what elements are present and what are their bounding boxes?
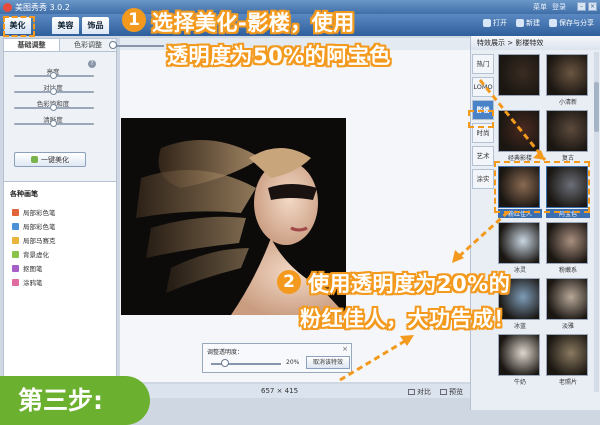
brush-item[interactable]: 抠图笔: [4, 261, 116, 275]
effect-thumb-label: 小清新: [558, 99, 577, 106]
zoom-knob[interactable]: [109, 41, 117, 49]
scrollbar-thumb[interactable]: [594, 82, 599, 132]
tab-decorations[interactable]: 饰品: [82, 17, 109, 34]
menu-link[interactable]: 菜单: [533, 2, 547, 12]
effect-thumb[interactable]: [546, 278, 588, 320]
cancel-effect-button[interactable]: 取消该特效: [306, 356, 350, 369]
brush-label: 涂鸦笔: [23, 279, 43, 287]
effects-scrollbar[interactable]: [594, 52, 599, 392]
step2-callout-line1: 使用透明度为20%的: [308, 272, 511, 296]
compare-icon: [408, 389, 415, 395]
step1-callout-line1: 选择美化-影楼，使用: [152, 11, 355, 35]
effect-thumb[interactable]: [498, 334, 540, 376]
window-title: 美图秀秀 3.0.2: [15, 2, 70, 12]
effect-thumb[interactable]: [546, 54, 588, 96]
brightness-slider[interactable]: 亮度: [8, 66, 108, 82]
effect-thumb[interactable]: [546, 110, 588, 152]
mosaic-icon: [12, 236, 19, 244]
opacity-title: 调整透明度：: [207, 349, 244, 356]
brush-icon: [12, 222, 19, 230]
opacity-popup: 调整透明度： × 20% 取消该特效: [202, 343, 352, 373]
effect-thumb[interactable]: [498, 54, 540, 96]
wand-icon: [31, 156, 38, 163]
step-three-badge: 第三步:: [0, 376, 150, 425]
effects-header: 特效展示 > 影楼特效: [471, 36, 600, 50]
adjust-panel: 基础调整 色彩调整 ? 亮度 对比度 色彩饱和度 清晰度 一键美化 各种画笔: [3, 38, 117, 410]
preview-label: 预览: [449, 388, 463, 396]
slider-knob[interactable]: [50, 72, 57, 79]
category-hot[interactable]: 热门: [472, 54, 494, 74]
save-share-button[interactable]: 保存与分享: [549, 18, 594, 28]
slider-knob[interactable]: [50, 88, 57, 95]
effect-thumb[interactable]: [498, 110, 540, 152]
opacity-value: 20%: [286, 359, 300, 366]
close-icon[interactable]: ×: [588, 2, 597, 11]
contrast-slider[interactable]: 对比度: [8, 82, 108, 98]
highlight-studio-category: [468, 110, 494, 128]
pencil-icon: [12, 278, 19, 286]
brush-item[interactable]: 局部马赛克: [4, 233, 116, 247]
effects-panel: 特效展示 > 影楼特效 热门 LOMO 影楼 时尚 艺术 涂实 小清新 经典影楼复…: [470, 36, 600, 410]
brush-label: 局部彩色笔: [23, 223, 56, 231]
category-other[interactable]: 涂实: [472, 169, 494, 189]
opacity-knob[interactable]: [221, 359, 229, 367]
brush-item[interactable]: 背景虚化: [4, 247, 116, 261]
brushes-title: 各种画笔: [10, 190, 38, 198]
effect-thumb-label: 老照片: [558, 379, 577, 386]
zoom-slider[interactable]: [114, 45, 164, 47]
status-bar: 657 × 415 对比 预览: [120, 384, 470, 398]
one-click-label: 一键美化: [41, 155, 69, 164]
category-lomo[interactable]: LOMO: [472, 77, 494, 97]
compare-button[interactable]: 对比: [408, 387, 431, 397]
close-icon[interactable]: ×: [342, 345, 348, 353]
minimize-icon[interactable]: –: [577, 2, 586, 11]
image-size: 657 × 415: [261, 387, 299, 395]
step1-callout-line2: 透明度为50%的阿宝色: [167, 44, 391, 68]
effect-thumb-label: 粉嫩系: [558, 267, 577, 274]
save-icon: [549, 19, 557, 27]
tab-face[interactable]: 美容: [52, 17, 79, 34]
app-logo-icon: [3, 2, 12, 12]
compare-label: 对比: [417, 388, 431, 396]
preview-icon: [440, 389, 447, 395]
highlight-beautify-tab: [3, 16, 35, 37]
new-button[interactable]: 新建: [516, 18, 540, 28]
brush-label: 背景虚化: [23, 251, 49, 259]
plus-icon: [516, 19, 524, 27]
effect-thumb-label: 淡雅: [561, 323, 574, 330]
blur-icon: [12, 250, 19, 258]
step1-number-badge: 1: [122, 8, 146, 32]
brush-label: 抠图笔: [23, 265, 43, 273]
brush-icon: [12, 208, 19, 216]
preview-button[interactable]: 预览: [440, 387, 463, 397]
cutout-icon: [12, 264, 19, 272]
effect-thumb[interactable]: [546, 222, 588, 264]
open-label: 打开: [493, 19, 507, 27]
save-label: 保存与分享: [559, 19, 594, 27]
brush-item[interactable]: 局部彩色笔: [4, 205, 116, 219]
slider-knob[interactable]: [50, 104, 57, 111]
category-art[interactable]: 艺术: [472, 146, 494, 166]
brush-label: 局部彩色笔: [23, 209, 56, 217]
effect-thumb-label: 牛奶: [513, 379, 526, 386]
new-label: 新建: [526, 19, 540, 27]
step2-number-badge: 2: [277, 270, 301, 294]
brush-item[interactable]: 涂鸦笔: [4, 275, 116, 289]
saturation-slider[interactable]: 色彩饱和度: [8, 98, 108, 114]
one-click-beautify-button[interactable]: 一键美化: [14, 152, 86, 167]
slider-knob[interactable]: [50, 120, 57, 127]
effect-thumb[interactable]: [546, 334, 588, 376]
effect-thumb[interactable]: [498, 222, 540, 264]
brush-section: 各种画笔 局部彩色笔 局部彩色笔 局部马赛克 背景虚化 抠图笔 涂鸦笔: [4, 181, 116, 409]
folder-icon: [483, 19, 491, 27]
brush-label: 局部马赛克: [23, 237, 56, 245]
brush-item[interactable]: 局部彩色笔: [4, 219, 116, 233]
highlight-selected-effects: [494, 161, 590, 213]
tab-basic-adjust[interactable]: 基础调整: [4, 39, 60, 51]
sharpness-slider[interactable]: 清晰度: [8, 114, 108, 130]
tab-color-adjust[interactable]: 色彩调整: [60, 39, 116, 51]
login-link[interactable]: 登录: [552, 2, 566, 12]
open-button[interactable]: 打开: [483, 18, 507, 28]
step2-callout-line2: 粉红佳人，大功告成！: [300, 307, 515, 331]
